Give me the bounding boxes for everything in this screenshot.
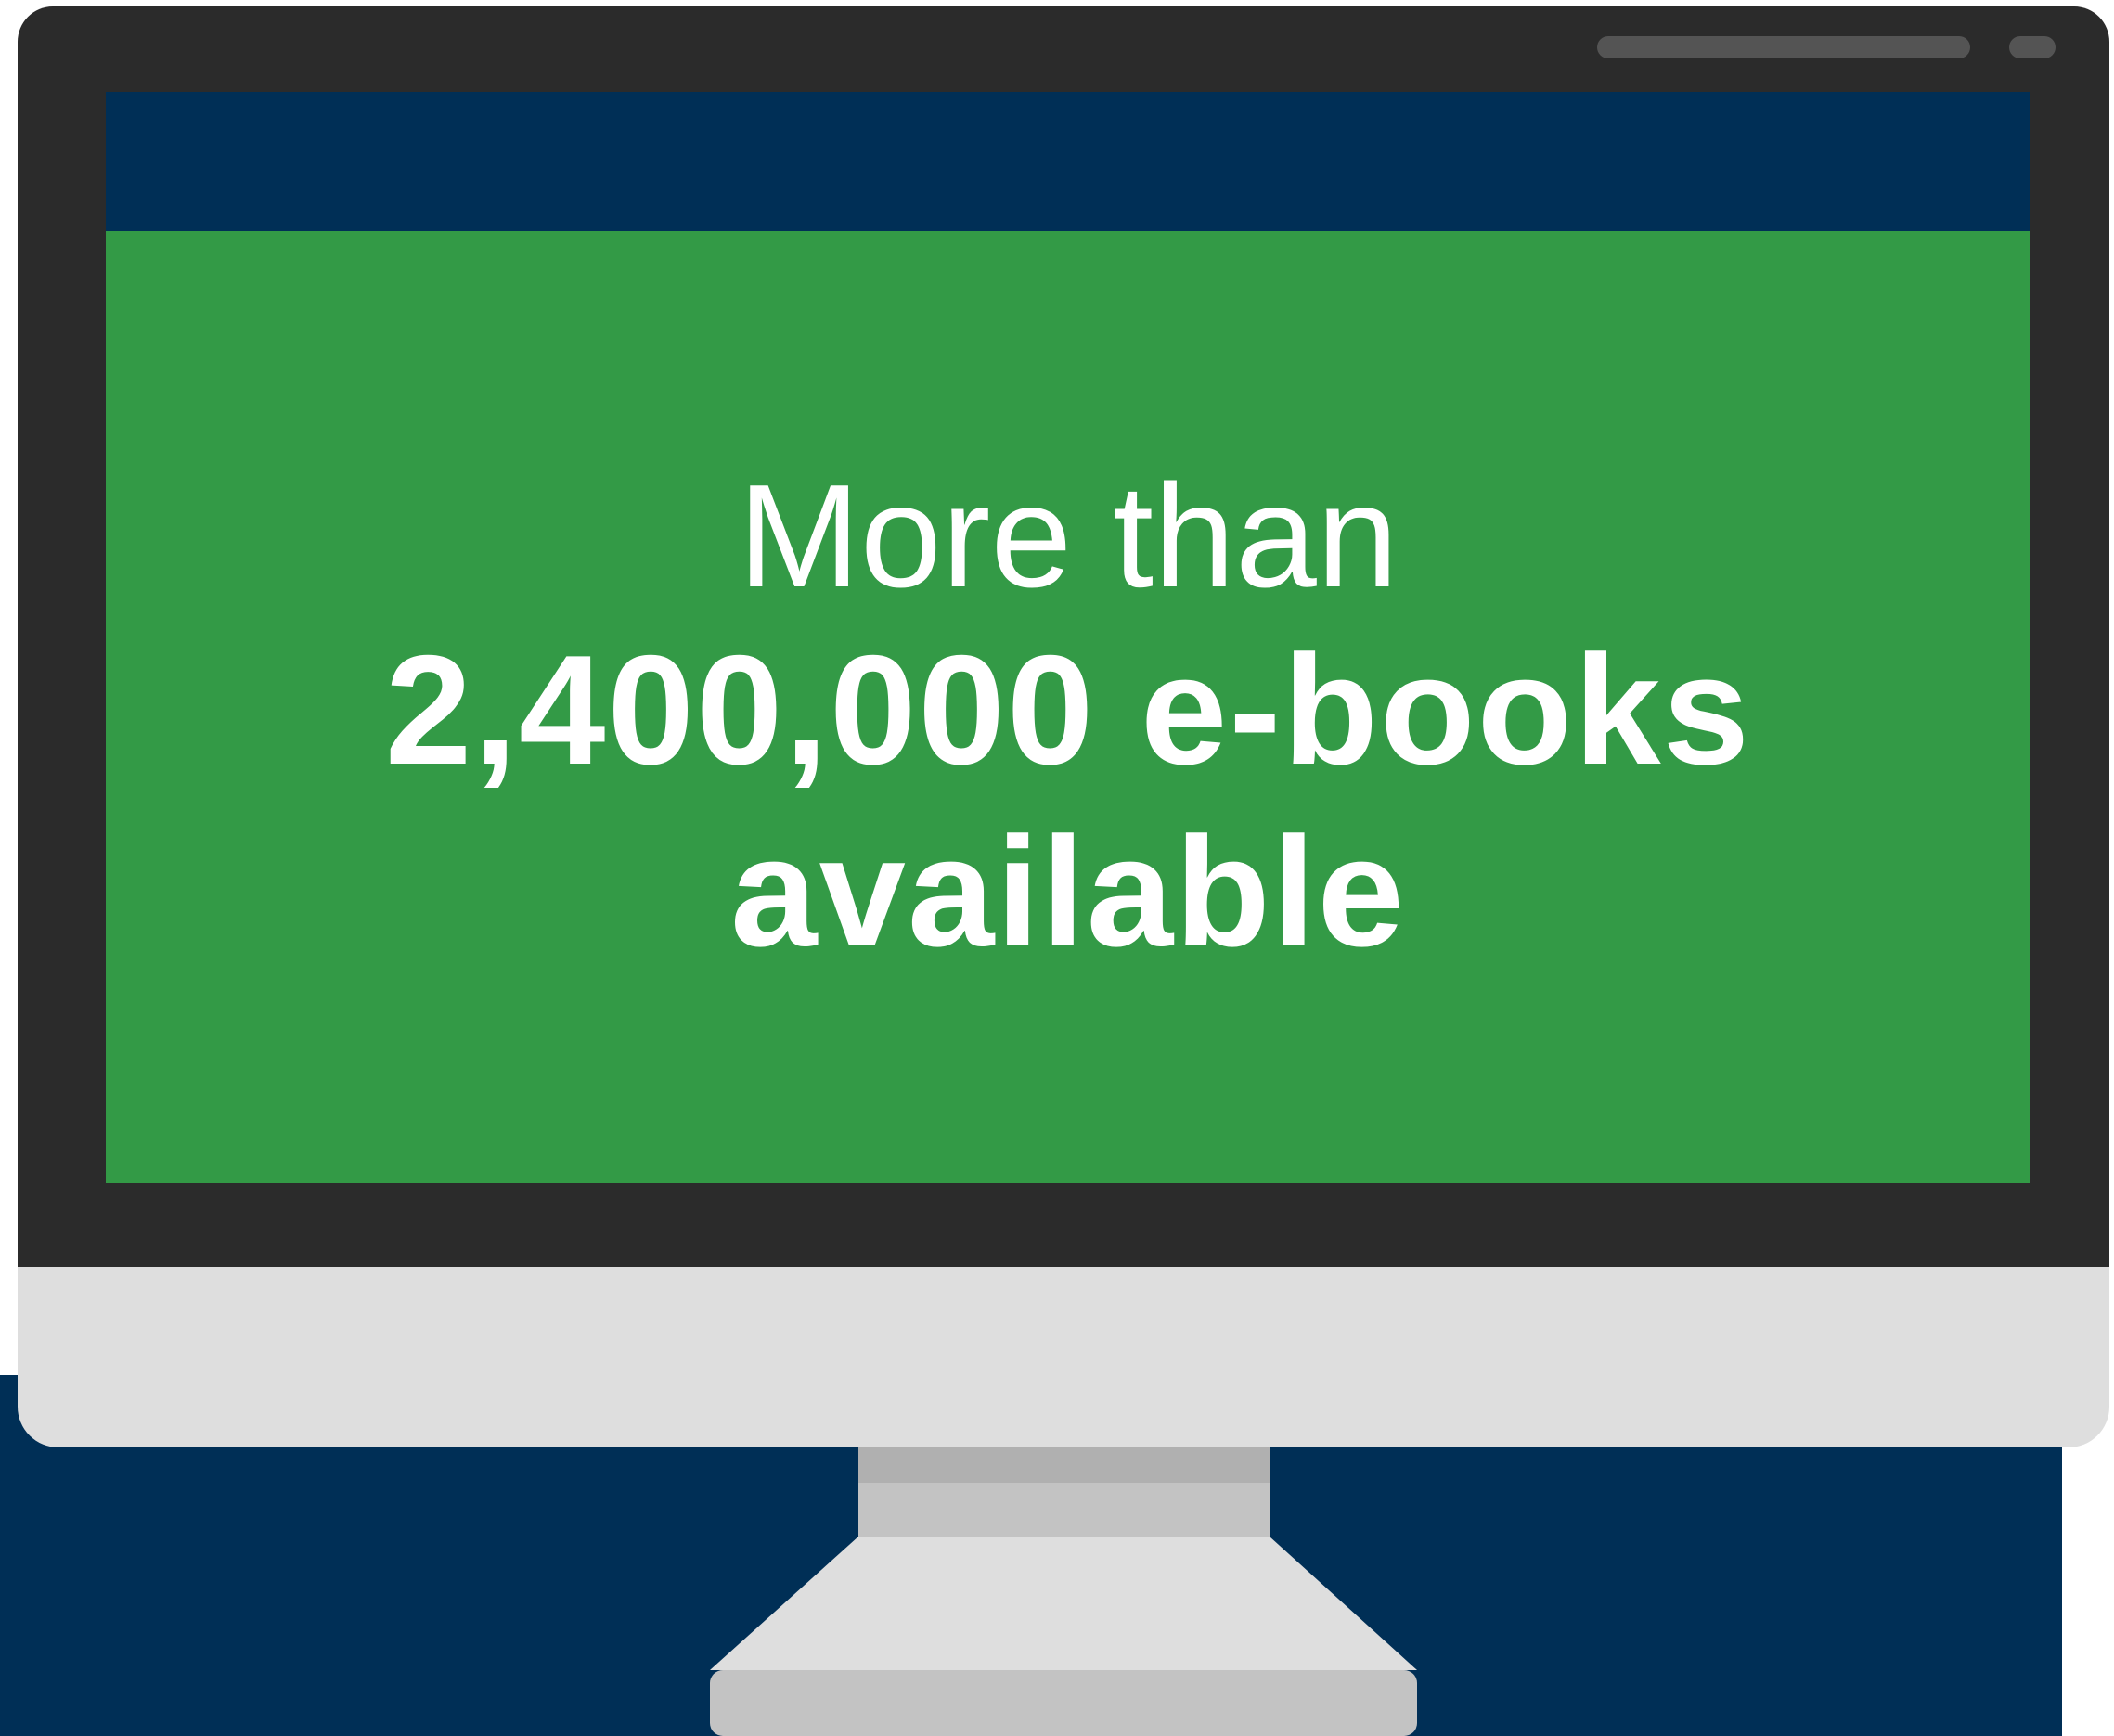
- illustration: More than 2,400,000 e-books available: [0, 0, 2114, 1736]
- stand-neck-shadow: [858, 1447, 1270, 1483]
- headline: More than 2,400,000 e-books available: [106, 454, 2030, 983]
- headline-count: 2,400,000 e-books available: [384, 623, 1752, 979]
- camera-bar-icon: [1597, 36, 1970, 58]
- camera-dot-icon: [2009, 36, 2056, 58]
- screen-header-band: [106, 92, 2030, 231]
- monitor-chin: [18, 1267, 2109, 1447]
- headline-intro: More than: [738, 455, 1399, 618]
- monitor-screen: More than 2,400,000 e-books available: [106, 92, 2030, 1183]
